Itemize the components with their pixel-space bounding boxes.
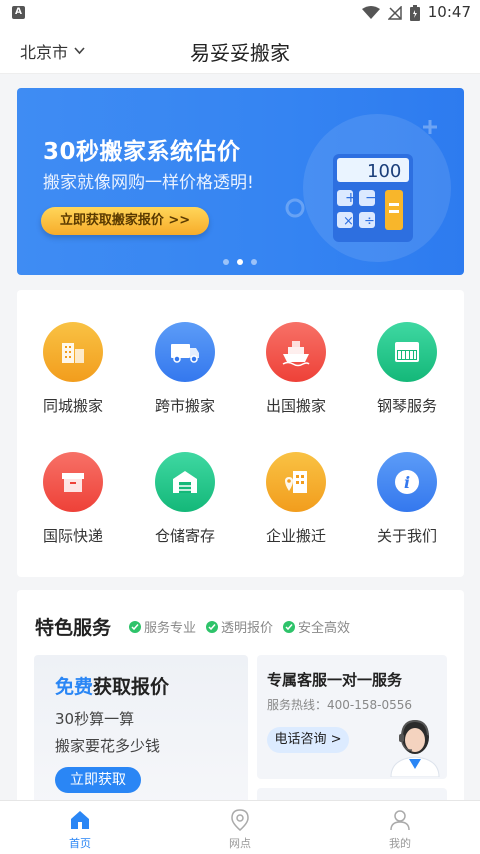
top-navigation-bar: 北京市 易妥妥搬家 bbox=[0, 26, 480, 74]
service-hotline: 服务热线：400-158-0556 bbox=[267, 698, 413, 712]
tab-home[interactable]: 首页 bbox=[0, 801, 160, 854]
service-label: 国际快递 bbox=[42, 527, 103, 545]
section-title: 特色服务 bbox=[35, 617, 112, 639]
promo-banner[interactable]: + − × ÷ 100 30秒搬家系统估价 搬家就像网购一样价格透明! 立即获取… bbox=[17, 88, 464, 275]
ship-icon bbox=[266, 322, 326, 382]
svg-text:÷: ÷ bbox=[364, 214, 375, 229]
calculator-display: 100 bbox=[367, 161, 402, 182]
tab-label: 首页 bbox=[69, 837, 91, 850]
service-label: 出国搬家 bbox=[265, 397, 326, 415]
status-bar: A 10:47 bbox=[0, 0, 480, 26]
service-intl-express[interactable]: 国际快递 bbox=[23, 452, 123, 562]
quote-title-rest: 获取报价 bbox=[93, 676, 170, 698]
tab-branches[interactable]: 网点 bbox=[160, 801, 320, 854]
quote-title-highlight: 免费 bbox=[55, 676, 94, 698]
customer-service-card[interactable]: 专属客服一对一服务 服务热线：400-158-0556 电话咨询 > bbox=[257, 655, 447, 779]
warehouse-icon bbox=[155, 452, 215, 512]
quote-card-line1: 30秒算一算 bbox=[55, 710, 135, 728]
wifi-icon bbox=[362, 6, 380, 19]
service-label: 钢琴服务 bbox=[376, 397, 437, 415]
featured-services: 特色服务 服务专业 透明报价 安全高效 免费获取报价 30秒算一算 搬家要花多少… bbox=[17, 590, 464, 820]
carousel-dot-active bbox=[237, 259, 243, 265]
service-label: 跨市搬家 bbox=[154, 397, 215, 415]
service-label: 同城搬家 bbox=[42, 397, 103, 415]
feature-tag-label: 安全高效 bbox=[298, 621, 351, 636]
service-storage[interactable]: 仓储寄存 bbox=[135, 452, 235, 562]
carousel-indicators bbox=[223, 259, 257, 265]
get-quote-button[interactable]: 立即获取搬家报价 >> bbox=[41, 207, 209, 235]
bottom-tab-bar: 首页 网点 我的 bbox=[0, 800, 480, 854]
service-intercity-move[interactable]: 跨市搬家 bbox=[135, 322, 235, 432]
app-notification-icon: A bbox=[12, 6, 25, 19]
check-icon bbox=[129, 620, 141, 633]
page-title: 易妥妥搬家 bbox=[190, 41, 290, 65]
tab-label: 网点 bbox=[229, 837, 251, 850]
feature-tag: 透明报价 bbox=[206, 617, 273, 636]
service-office-move[interactable]: 企业搬迁 bbox=[246, 452, 346, 562]
clock: 10:47 bbox=[427, 3, 471, 21]
piano-icon bbox=[377, 322, 437, 382]
svg-text:−: − bbox=[365, 190, 377, 206]
service-grid: 同城搬家 跨市搬家 出国搬家 钢琴服务 国际快递 仓储寄存 企业搬迁 i 关于我… bbox=[17, 290, 464, 577]
office-icon bbox=[266, 452, 326, 512]
feature-tag: 服务专业 bbox=[129, 617, 196, 636]
no-signal-icon bbox=[388, 6, 402, 20]
service-label: 仓储寄存 bbox=[154, 527, 215, 545]
check-icon bbox=[206, 620, 219, 633]
location-pin-icon bbox=[231, 809, 249, 831]
check-icon bbox=[283, 620, 296, 633]
tab-profile[interactable]: 我的 bbox=[320, 801, 480, 854]
svg-text:+: + bbox=[345, 190, 357, 206]
service-label: 关于我们 bbox=[376, 527, 437, 545]
service-label: 企业搬迁 bbox=[265, 527, 326, 545]
user-icon bbox=[390, 810, 410, 831]
feature-tag: 安全高效 bbox=[283, 617, 350, 636]
free-quote-card[interactable]: 免费获取报价 30秒算一算 搬家要花多少钱 立即获取 bbox=[34, 655, 248, 820]
home-icon bbox=[71, 811, 89, 829]
carousel-dot bbox=[223, 259, 229, 265]
service-about-us[interactable]: i 关于我们 bbox=[357, 452, 457, 562]
status-icons bbox=[362, 4, 420, 22]
svg-text:i: i bbox=[404, 473, 410, 492]
battery-icon bbox=[410, 5, 420, 21]
feature-tags: 服务专业 透明报价 安全高效 bbox=[129, 617, 350, 636]
banner-title: 30秒搬家系统估价 bbox=[43, 139, 241, 165]
quote-card-line2: 搬家要花多少钱 bbox=[55, 737, 161, 755]
feature-tag-label: 服务专业 bbox=[144, 621, 197, 636]
banner-subtitle: 搬家就像网购一样价格透明! bbox=[43, 173, 254, 193]
carousel-dot bbox=[251, 259, 257, 265]
svg-text:×: × bbox=[343, 214, 354, 229]
info-icon: i bbox=[377, 452, 437, 512]
package-icon bbox=[43, 452, 103, 512]
cs-card-title: 专属客服一对一服务 bbox=[267, 671, 403, 689]
service-piano[interactable]: 钢琴服务 bbox=[357, 322, 457, 432]
service-overseas-move[interactable]: 出国搬家 bbox=[246, 322, 346, 432]
service-local-move[interactable]: 同城搬家 bbox=[23, 322, 123, 432]
get-now-button[interactable]: 立即获取 bbox=[55, 767, 141, 793]
phone-consult-button[interactable]: 电话咨询 > bbox=[267, 727, 349, 753]
quote-card-title: 免费获取报价 bbox=[55, 672, 169, 699]
agent-avatar-illustration bbox=[390, 719, 440, 777]
truck-icon bbox=[155, 322, 215, 382]
tab-label: 我的 bbox=[389, 837, 411, 850]
feature-tag-label: 透明报价 bbox=[221, 621, 274, 636]
buildings-icon bbox=[43, 322, 103, 382]
